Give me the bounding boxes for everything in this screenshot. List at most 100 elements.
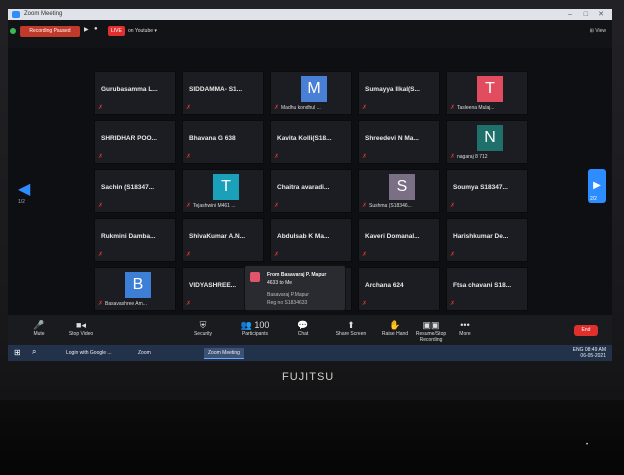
system-tray[interactable]: ENG 08:49 AM 06-05-2021: [573, 347, 606, 359]
end-meeting-button[interactable]: End: [574, 325, 598, 336]
prev-page-arrow-icon[interactable]: ◀ 1/2: [18, 179, 30, 205]
minimize-button[interactable]: –: [568, 9, 572, 20]
close-button[interactable]: ✕: [598, 9, 604, 20]
toolbar-label: Share Screen: [335, 331, 367, 337]
muted-mic-icon: ✗: [362, 252, 368, 258]
participant-tile[interactable]: ShivaKumar A.N... ✗: [182, 218, 264, 262]
toolbar-chatbutton[interactable]: 💬 Chat: [278, 319, 328, 337]
stop-videoicon: ■◂: [76, 320, 86, 330]
live-stream-dropdown[interactable]: on Youtube ▾: [128, 28, 157, 34]
recording-paused-indicator[interactable]: Recording Paused: [20, 26, 80, 37]
taskbar-item-zoom-meeting[interactable]: Zoom Meeting: [204, 348, 244, 359]
participant-name: Madhu kondhul ...: [281, 105, 321, 111]
toolbar-label: More: [459, 331, 471, 337]
taskbar-item-chrome[interactable]: Login with Google ...: [66, 348, 112, 358]
participant-name: Tejashwini M461 ...: [193, 203, 236, 209]
participant-avatar: B: [125, 272, 151, 298]
toolbar-securitybutton[interactable]: ⛨ Security: [178, 319, 228, 337]
participant-tile[interactable]: Abdulsab K Ma... ✗: [270, 218, 352, 262]
participant-name: Gurubasamma L...: [101, 86, 158, 93]
muted-mic-icon: ✗: [450, 252, 456, 258]
stop-dot-icon[interactable]: ●: [94, 26, 98, 32]
maximize-button[interactable]: □: [584, 9, 588, 20]
live-badge: LIVE: [108, 26, 125, 36]
participant-name: Archana 624: [365, 282, 404, 289]
toolbar-share-screenbutton[interactable]: ⬆ Share Screen: [326, 319, 376, 337]
next-page-arrow-icon[interactable]: ▶ 2/2: [588, 169, 606, 203]
page-indicator-left: 1/2: [18, 199, 25, 205]
participant-name: Soumya S18347...: [453, 184, 508, 191]
view-button[interactable]: ⊞ View: [590, 28, 606, 34]
encryption-shield-icon[interactable]: [10, 28, 16, 34]
chat-message-line2: Reg no S1834633: [267, 300, 308, 306]
participant-name: Shreedevi N Ma...: [365, 135, 419, 142]
search-icon[interactable]: ⌕: [32, 347, 36, 357]
participant-tile[interactable]: S Sushma (S18346... ✗: [358, 169, 440, 213]
muted-mic-icon: ✗: [98, 203, 104, 209]
participant-tile[interactable]: Archana 624 ✗: [358, 267, 440, 311]
muted-mic-icon: ✗: [450, 203, 456, 209]
participant-name: Kaveri Domanal...: [365, 233, 420, 240]
chaticon: 💬: [297, 320, 309, 330]
muted-mic-icon: ✗: [186, 301, 192, 307]
keyboard-area: [0, 400, 624, 475]
muted-mic-icon: ✗: [274, 105, 280, 111]
power-led-icon: •: [586, 442, 589, 448]
windows-start-icon[interactable]: ⊞: [14, 348, 21, 357]
windows-taskbar: ⊞ ⌕ Login with Google ... Zoom Zoom Meet…: [8, 345, 612, 361]
participant-tile[interactable]: Shreedevi N Ma... ✗: [358, 120, 440, 164]
tray-date: 06-05-2021: [580, 353, 606, 359]
toolbar-label: Security: [193, 331, 213, 337]
screen: Zoom Meeting – □ ✕ Recording Paused ▶ ● …: [8, 9, 612, 361]
participant-tile[interactable]: Ftsa chavani S18... ✗: [446, 267, 528, 311]
participant-tile[interactable]: Bhavana G 638 ✗: [182, 120, 264, 164]
participant-avatar: T: [213, 174, 239, 200]
participant-tile[interactable]: B Basavashree Am... ✗: [94, 267, 176, 311]
participant-tile[interactable]: Kavita Kolli(S18... ✗: [270, 120, 352, 164]
participant-name: SHRIDHAR POO...: [101, 135, 157, 142]
muted-mic-icon: ✗: [98, 301, 104, 307]
muted-mic-icon: ✗: [186, 252, 192, 258]
participant-tile[interactable]: Kaveri Domanal... ✗: [358, 218, 440, 262]
toolbar-participantsbutton[interactable]: 👥 100 Participants: [230, 319, 280, 337]
participant-tile[interactable]: Soumya S18347... ✗: [446, 169, 528, 213]
participant-tile[interactable]: Sumayya Ilkal(S... ✗: [358, 71, 440, 115]
participant-name: Kavita Kolli(S18...: [277, 135, 332, 142]
participant-name: Ftsa chavani S18...: [453, 282, 512, 289]
toolbar-label: Stop Video: [68, 331, 94, 337]
muted-mic-icon: ✗: [186, 154, 192, 160]
muted-mic-icon: ✗: [186, 203, 192, 209]
participant-tile[interactable]: M Madhu kondhul ... ✗: [270, 71, 352, 115]
participant-tile[interactable]: Rukmini Damba... ✗: [94, 218, 176, 262]
muted-mic-icon: ✗: [362, 301, 368, 307]
page-indicator-right: 2/2: [590, 196, 597, 202]
participantsicon: 👥 100: [240, 320, 270, 330]
participant-tile[interactable]: Sachin (S18347... ✗: [94, 169, 176, 213]
participant-tile[interactable]: Harishkumar De... ✗: [446, 218, 528, 262]
window-title: Zoom Meeting: [24, 11, 63, 17]
participant-avatar: T: [477, 76, 503, 102]
toolbar-stop-videobutton[interactable]: ■◂ Stop Video: [56, 319, 106, 337]
muted-mic-icon: ✗: [362, 154, 368, 160]
participant-name: Abdulsab K Ma...: [277, 233, 330, 240]
participant-tile[interactable]: T Tasleena Mulaj... ✗: [446, 71, 528, 115]
participant-tile[interactable]: SHRIDHAR POO... ✗: [94, 120, 176, 164]
muted-mic-icon: ✗: [450, 301, 456, 307]
chat-notification[interactable]: From Basavaraj P. Mapur 4633 to Me Basav…: [244, 265, 346, 311]
muted-mic-icon: ✗: [274, 203, 280, 209]
toolbar-label: Participants: [241, 331, 269, 337]
participant-name: SIDDAMMA- S1...: [189, 86, 243, 93]
window-titlebar: Zoom Meeting – □ ✕: [8, 9, 612, 20]
participant-name: ShivaKumar A.N...: [189, 233, 246, 240]
participant-name: Sushma (S18346...: [369, 203, 412, 209]
participant-tile[interactable]: Chaitra avaradi... ✗: [270, 169, 352, 213]
play-icon[interactable]: ▶: [84, 26, 89, 33]
participant-tile[interactable]: T Tejashwini M461 ... ✗: [182, 169, 264, 213]
taskbar-item-zoom[interactable]: Zoom: [138, 348, 151, 358]
participant-tile[interactable]: SIDDAMMA- S1... ✗: [182, 71, 264, 115]
participant-name: Rukmini Damba...: [101, 233, 156, 240]
toolbar-morebutton[interactable]: ••• More: [440, 319, 490, 337]
muted-mic-icon: ✗: [274, 252, 280, 258]
participant-tile[interactable]: Nnagaraj 8 712 ✗: [446, 120, 528, 164]
participant-tile[interactable]: Gurubasamma L... ✗: [94, 71, 176, 115]
